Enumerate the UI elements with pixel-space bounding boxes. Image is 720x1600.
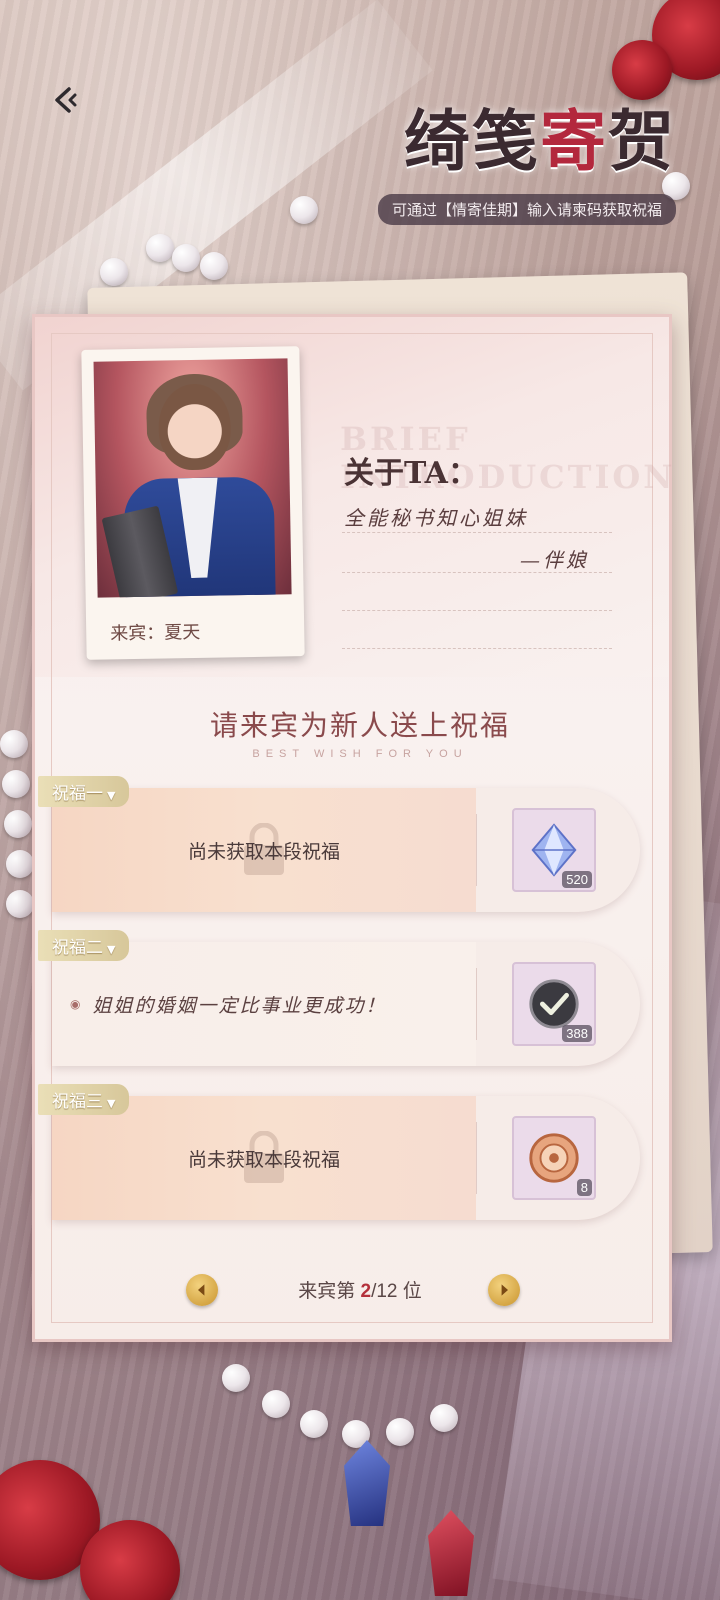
pearl-decoration [4, 810, 32, 838]
caret-down-icon: ▼ [107, 943, 116, 956]
header: 绮笺寄贺 可通过【情寄佳期】输入请柬码获取祝福 [377, 88, 676, 225]
wish-row[interactable]: 尚未获取本段祝福 8 祝福三 ▼ [38, 1084, 640, 1220]
wish-tag-label: 祝福三 [52, 1092, 103, 1112]
back-arrow-icon [55, 87, 77, 113]
reward-count: 8 [576, 1179, 592, 1196]
pearl-decoration [6, 890, 34, 918]
pearl-decoration [386, 1418, 414, 1446]
title-part: 贺 [608, 102, 676, 180]
back-button[interactable] [44, 78, 88, 122]
guest-photo-frame: 来宾：夏天 [81, 346, 305, 660]
bullet-icon: ◉ [70, 997, 81, 1011]
wish-tag: 祝福三 ▼ [38, 1084, 130, 1115]
pearl-decoration [290, 196, 318, 224]
chevron-right-icon [501, 1284, 508, 1296]
pearl-decoration [300, 1410, 328, 1438]
wish-tag-label: 祝福二 [52, 938, 103, 958]
wish-text: 尚未获取本段祝福 [187, 841, 340, 863]
guest-portrait [93, 358, 292, 598]
reward-count: 388 [562, 1025, 592, 1042]
wish-tag: 祝福一 ▼ [38, 776, 130, 807]
pearl-decoration [222, 1364, 250, 1392]
pager-total: /12 [371, 1281, 398, 1302]
about-divider [342, 532, 612, 533]
wish-heading-text: 请来宾为新人送上祝福 [209, 709, 510, 742]
pager-suffix: 位 [402, 1281, 422, 1302]
next-guest-button[interactable] [488, 1274, 520, 1306]
wish-heading-en: BEST WISH FOR YOU [252, 748, 468, 760]
pearl-decoration [430, 1404, 458, 1432]
pager-prefix: 来宾第 [298, 1281, 356, 1302]
about-divider [342, 610, 612, 611]
wish-row[interactable]: 尚未获取本段祝福 520 祝福一 ▼ [38, 776, 640, 912]
wish-text: 尚未获取本段祝福 [187, 1149, 340, 1171]
prev-guest-button[interactable] [186, 1274, 218, 1306]
caret-down-icon: ▼ [107, 1097, 116, 1110]
caret-down-icon: ▼ [107, 789, 116, 802]
page-subtitle: 可通过【情寄佳期】输入请柬码获取祝福 [377, 194, 676, 225]
wish-divider [476, 968, 477, 1040]
guest-name-label: 来宾：夏天 [110, 621, 201, 645]
about-line-2: —伴娘 [520, 548, 589, 572]
pearl-decoration [2, 770, 30, 798]
coin-icon [529, 1133, 579, 1183]
pager-current: 2 [360, 1281, 372, 1302]
wish-tag-label: 祝福一 [52, 784, 103, 804]
reward-slot[interactable]: 8 [512, 1116, 596, 1200]
wish-row[interactable]: ◉ 姐姐的婚姻一定比事业更成功！ 388 祝福二 ▼ [38, 930, 640, 1066]
chevron-left-icon [198, 1284, 205, 1296]
pearl-decoration [100, 258, 128, 286]
about-title: 关于TA： [344, 456, 478, 491]
title-part: 绮笺 [404, 102, 540, 180]
wish-section-heading: 请来宾为新人送上祝福 BEST WISH FOR YOU [0, 704, 720, 760]
pearl-decoration [262, 1390, 290, 1418]
pearl-decoration [172, 244, 200, 272]
pearl-decoration [6, 850, 34, 878]
portrait-head [157, 383, 232, 471]
pearl-decoration [146, 234, 174, 262]
title-accent: 寄 [540, 102, 608, 180]
guest-pager: 来宾第 2/12 位 [250, 1276, 470, 1303]
wish-text: 姐姐的婚姻一定比事业更成功！ [92, 994, 387, 1017]
wish-divider [476, 814, 477, 886]
wish-divider [476, 1122, 477, 1194]
about-divider [342, 648, 612, 649]
about-divider [342, 572, 612, 573]
pearl-decoration [200, 252, 228, 280]
wish-tag: 祝福二 ▼ [38, 930, 130, 961]
reward-slot[interactable]: 388 [512, 962, 596, 1046]
reward-slot[interactable]: 520 [512, 808, 596, 892]
about-line-1: 全能秘书知心姐妹 [344, 506, 528, 530]
page-title: 绮笺寄贺 [378, 88, 676, 184]
reward-count: 520 [562, 871, 592, 888]
